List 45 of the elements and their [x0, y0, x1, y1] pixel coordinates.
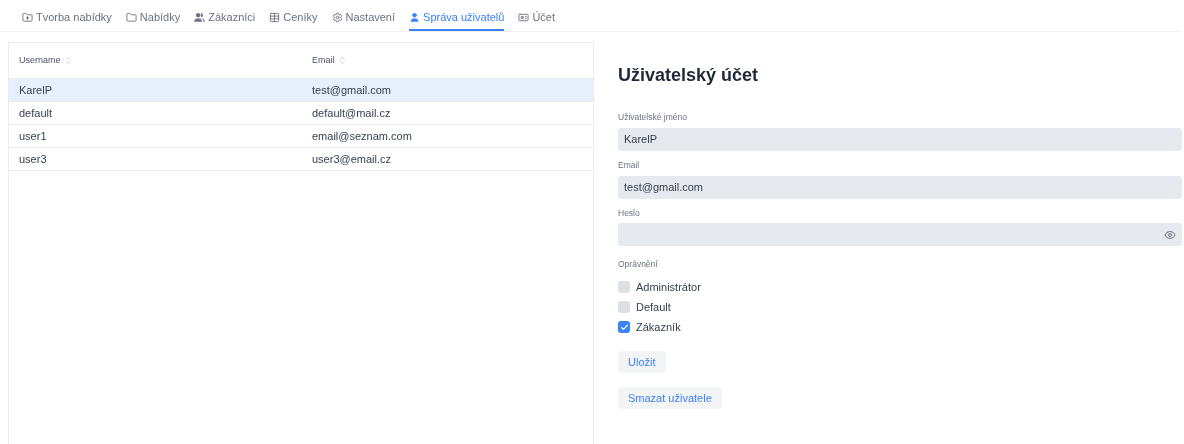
nav-tab[interactable]: Nabídky	[125, 9, 181, 31]
nav-tab[interactable]: Účet	[518, 9, 555, 31]
user-icon	[409, 11, 421, 23]
settings-icon	[331, 11, 343, 23]
sort-icon	[337, 56, 347, 65]
id-card-icon	[518, 11, 530, 23]
field-label: Email	[618, 158, 641, 172]
input-field[interactable]: KarelP	[618, 127, 1182, 151]
table-cell-text: user3	[18, 151, 48, 167]
nav-tab[interactable]: Správa uživatelů	[409, 9, 505, 31]
input-field[interactable]: test@gmail.com	[618, 175, 1182, 199]
column-header[interactable]: Username	[9, 53, 312, 68]
users-icon	[194, 11, 206, 23]
checkbox[interactable]	[618, 301, 630, 313]
field-label: Heslo	[618, 206, 641, 220]
table-row[interactable]: KarelP test@gmail.com	[9, 79, 593, 102]
checkbox[interactable]	[618, 281, 630, 293]
check-icon	[619, 322, 629, 332]
delete-button[interactable]: Smazat uživatele	[618, 387, 722, 409]
nav-tab[interactable]: Zákazníci	[194, 9, 256, 31]
form-title: Uživatelský účet	[618, 64, 760, 87]
table-cell-text: user3@email.cz	[312, 151, 393, 167]
sort-icon	[63, 56, 73, 65]
field-label: Oprávnění	[618, 258, 659, 271]
checkbox-label: Default	[636, 299, 671, 315]
table-cell-text: default	[18, 105, 54, 121]
table-icon	[269, 11, 281, 23]
table-cell-text: email@seznam.com	[312, 128, 413, 144]
save-button[interactable]: Uložit	[618, 351, 666, 373]
checkbox-label: Zákazník	[636, 319, 681, 335]
folder-icon	[125, 11, 137, 23]
table-cell-text: user1	[18, 128, 48, 144]
table-cell-text: test@gmail.com	[312, 82, 393, 98]
checkbox-label: Administrátor	[636, 279, 701, 295]
checkbox[interactable]	[618, 321, 630, 333]
column-header[interactable]: Email	[312, 53, 593, 68]
nav-tab[interactable]: Tvorba nabídky	[22, 9, 112, 31]
nav-tab[interactable]: Ceníky	[269, 9, 318, 31]
eye-icon[interactable]	[1164, 228, 1176, 241]
nav-tab[interactable]: Nastavení	[331, 9, 396, 31]
table-cell-text: default@mail.cz	[312, 105, 392, 121]
table-cell-text: KarelP	[18, 82, 54, 98]
field-label: Uživatelské jméno	[618, 111, 688, 124]
folder-plus-icon	[22, 11, 33, 23]
input-field[interactable]	[618, 223, 1182, 247]
